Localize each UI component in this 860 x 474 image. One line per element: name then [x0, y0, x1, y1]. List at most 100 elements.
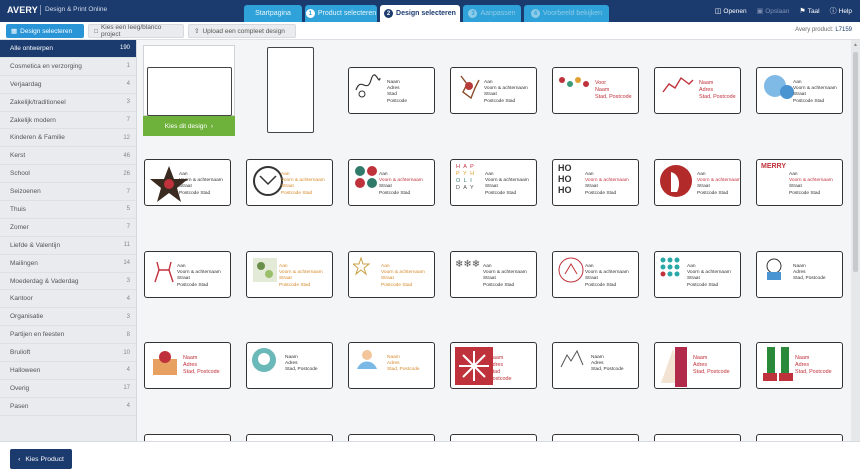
choose-design-label: Kies dit design: [164, 122, 208, 130]
design-card[interactable]: Aan Voorn & achternaam Straat Postcode Stad: [348, 251, 435, 298]
design-card[interactable]: Naam Adres Stad, Postcode: [552, 342, 639, 389]
address-line: Adres: [699, 87, 714, 93]
address-text: Naam Adres Stad, Postcode: [795, 355, 832, 376]
design-source-bar: ▦ Design selecteren □ Kies een leeg/blan…: [0, 22, 860, 40]
sidebar-category[interactable]: Overig 17: [0, 380, 136, 398]
design-artwork: [251, 164, 285, 203]
design-card[interactable]: HO HO HO Aan Voorn & achternaam Straat Postcod…: [552, 159, 639, 206]
sidebar-category[interactable]: Alle ontwerpen 190: [0, 40, 136, 58]
design-card[interactable]: Aan Voorn & achternaam Straat Postcode Stad: [552, 251, 639, 298]
sidebar-category[interactable]: Verjaardag 4: [0, 76, 136, 94]
footer-bar: ‹ Kies Product: [0, 441, 860, 474]
sidebar-category[interactable]: Bruiloft 10: [0, 344, 136, 363]
design-card[interactable]: Naam Adres Stad Postcode: [450, 342, 537, 389]
save-link[interactable]: ▣ Opslaan: [757, 6, 790, 16]
design-card[interactable]: Naam Adres Stad Postcode: [348, 67, 435, 114]
design-card[interactable]: Aan Voorn & achternaam Straat Postcode Stad: [246, 251, 333, 298]
tab-voorbeeld-bekijken[interactable]: 4 Voorbeeld bekijken: [524, 5, 609, 22]
tab-label: Product selecteren: [317, 10, 377, 17]
design-card[interactable]: Naam Adres Stad, Postcode: [756, 251, 843, 298]
help-link[interactable]: ⓘ Help: [830, 6, 852, 16]
sidebar-category[interactable]: Mailingen 14: [0, 255, 136, 273]
design-card[interactable]: Naam Adres Stad, Postcode: [654, 67, 741, 114]
sidebar-category[interactable]: Zakelijk/traditioneel 3: [0, 94, 136, 112]
avery-product-label: Avery product:: [795, 27, 834, 33]
category-label: Kantoor: [10, 295, 33, 303]
design-card[interactable]: H A PP Y HO L ID A Y Aan Voorn & achternaa…: [450, 159, 537, 206]
category-count: 3: [126, 99, 130, 106]
design-card[interactable]: Naam Adres Stad, Postcode: [348, 342, 435, 389]
address-text: Aan Voorn & achternaam Straat Postcode Stad: [177, 264, 221, 289]
design-card[interactable]: Aan Voorn & achternaam Straat Postcode Stad: [450, 67, 537, 114]
address-line: Postcode Stad: [381, 282, 413, 288]
category-count: 4: [126, 367, 130, 374]
design-card[interactable]: Aan Voorn & achternaam Straat Postcode Stad: [654, 159, 741, 206]
sidebar-category[interactable]: Partijen en feesten 8: [0, 326, 136, 345]
category-sidebar: Alle ontwerpen 190 Cosmetica en verzorging…: [0, 40, 137, 441]
blank-design-card[interactable]: [143, 45, 235, 116]
address-line: Adres: [183, 362, 198, 368]
address-text: Aan Voorn & achternaam Straat Postcode Stad: [793, 80, 837, 105]
select-design-button[interactable]: ▦ Design selecteren: [6, 24, 84, 38]
tab-product-selecteren[interactable]: 1 Product selecteren: [305, 5, 377, 22]
grid-scrollbar[interactable]: ▲: [851, 40, 860, 441]
category-label: Thuis: [10, 205, 26, 213]
address-line: Postcode Stad: [687, 282, 719, 288]
language-link[interactable]: ⚑ Taal: [799, 6, 819, 16]
tab-design-selecteren[interactable]: 2 Design selecteren: [380, 5, 460, 22]
design-card[interactable]: Aan Voorn & achternaam Straat Postcode Stad: [246, 159, 333, 206]
design-card[interactable]: Naam Adres Stad, Postcode: [756, 342, 843, 389]
address-line: Stad, Postcode: [183, 369, 220, 375]
category-count: 12: [123, 134, 130, 141]
address-text: Aan Voorn & achternaam Straat Postcode Stad: [585, 264, 629, 289]
sidebar-category[interactable]: Halloween 4: [0, 362, 136, 380]
design-card[interactable]: Aan Voorn & achternaam Straat Postcode Stad: [144, 251, 231, 298]
sidebar-category[interactable]: Thuis 5: [0, 201, 136, 219]
address-text: Aan Voorn & achternaam Straat Postcode Stad: [179, 172, 223, 197]
sidebar-category[interactable]: School 26: [0, 165, 136, 184]
sidebar-category[interactable]: Organisatie 3: [0, 308, 136, 327]
sidebar-category[interactable]: Zomer 7: [0, 219, 136, 237]
sidebar-category[interactable]: Pasen 4: [0, 398, 136, 416]
step-number-badge: 2: [384, 9, 394, 18]
design-card[interactable]: MERRY Aan Voorn & achternaam Straat Postcode…: [756, 159, 843, 206]
help-icon: ⓘ: [829, 8, 837, 15]
design-card[interactable]: Aan Voorn & achternaam Straat Postcode Stad: [654, 251, 741, 298]
open-link[interactable]: ◫ Openen: [715, 6, 747, 16]
scroll-up-icon[interactable]: ▲: [853, 42, 858, 48]
avery-logo[interactable]: AVERY: [7, 5, 38, 15]
address-line: Postcode Stad: [793, 98, 825, 104]
sidebar-category[interactable]: Kerst 46: [0, 147, 136, 166]
upload-design-button[interactable]: ⇧ Upload een compleet design: [188, 24, 296, 38]
back-to-product-button[interactable]: ‹ Kies Product: [10, 449, 72, 469]
sidebar-category[interactable]: Seizoenen 7: [0, 183, 136, 202]
sidebar-category[interactable]: Cosmetica en verzorging 1: [0, 58, 136, 76]
tab-label: Startpagina: [255, 10, 291, 17]
design-card[interactable]: Voor Naam Stad, Postcode: [552, 67, 639, 114]
address-line: Stad, Postcode: [387, 367, 420, 373]
scrollbar-thumb[interactable]: [853, 52, 858, 272]
design-card[interactable]: ❄❄❄ Aan Voorn & achternaam Straat Postcode S…: [450, 251, 537, 298]
sidebar-category[interactable]: Zakelijk modern 7: [0, 112, 136, 130]
category-count: 3: [126, 278, 130, 285]
choose-design-button[interactable]: Kies dit design ›: [143, 116, 235, 136]
address-text: Aan Voorn & achternaam Straat Postcode Stad: [485, 172, 529, 197]
portrait-design-card[interactable]: [267, 47, 314, 133]
design-artwork: [251, 347, 277, 386]
sidebar-category[interactable]: Moederdag & Vaderdag 3: [0, 273, 136, 291]
step-number-badge: 1: [305, 9, 315, 18]
design-card[interactable]: Naam Adres Stad, Postcode: [654, 342, 741, 389]
tab-aanpassen[interactable]: 3 Aanpassen: [463, 5, 521, 22]
tab-startpagina[interactable]: Startpagina: [244, 5, 302, 22]
sidebar-category[interactable]: Kinderen & Familie 12: [0, 129, 136, 148]
blank-project-button[interactable]: □ Kies een leeg/blanco project: [88, 24, 184, 38]
sidebar-category[interactable]: Kantoor 4: [0, 290, 136, 309]
design-card[interactable]: Naam Adres Stad, Postcode: [246, 342, 333, 389]
design-card[interactable]: Aan Voorn & achternaam Straat Postcode Stad: [348, 159, 435, 206]
category-label: Organisatie: [10, 313, 44, 321]
address-text: Aan Voorn & achternaam Straat Postcode Stad: [379, 172, 423, 197]
design-card[interactable]: Aan Voorn & achternaam Straat Postcode Stad: [756, 67, 843, 114]
sidebar-category[interactable]: Liefde & Valentijn 11: [0, 237, 136, 255]
design-card[interactable]: Aan Voorn & achternaam Straat Postcode Stad: [144, 159, 231, 206]
design-card[interactable]: Naam Adres Stad, Postcode: [144, 342, 231, 389]
